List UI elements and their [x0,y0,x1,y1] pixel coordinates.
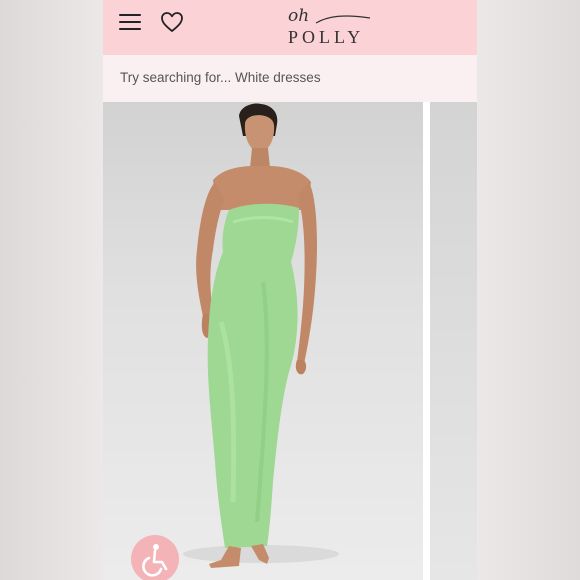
hamburger-menu-icon-bar [119,21,141,23]
next-product-image[interactable] [430,102,477,580]
search-prompt: Try searching for... White dresses [120,70,321,85]
menu-button[interactable] [119,12,141,32]
logo-swash [315,15,371,24]
logo-wordmark: POLLY [288,27,365,47]
brand-logo[interactable]: oh POLLY [278,6,374,48]
blurred-background-left [0,0,103,580]
site-header: oh POLLY [103,0,477,55]
heart-icon [161,12,183,32]
product-image[interactable] [103,102,423,580]
search-bar[interactable]: Try searching for... White dresses [103,55,477,102]
accessibility-button[interactable] [131,535,179,580]
blurred-background-right [477,0,580,580]
logo-script: oh [288,6,310,26]
wishlist-button[interactable] [160,11,184,33]
hamburger-menu-icon-bar [119,28,141,30]
hamburger-menu-icon [119,14,141,16]
wheelchair-icon [142,544,168,577]
model-in-green-dress-image [183,103,339,568]
phone-screen: oh POLLY Try searching for... White dres… [103,0,477,580]
